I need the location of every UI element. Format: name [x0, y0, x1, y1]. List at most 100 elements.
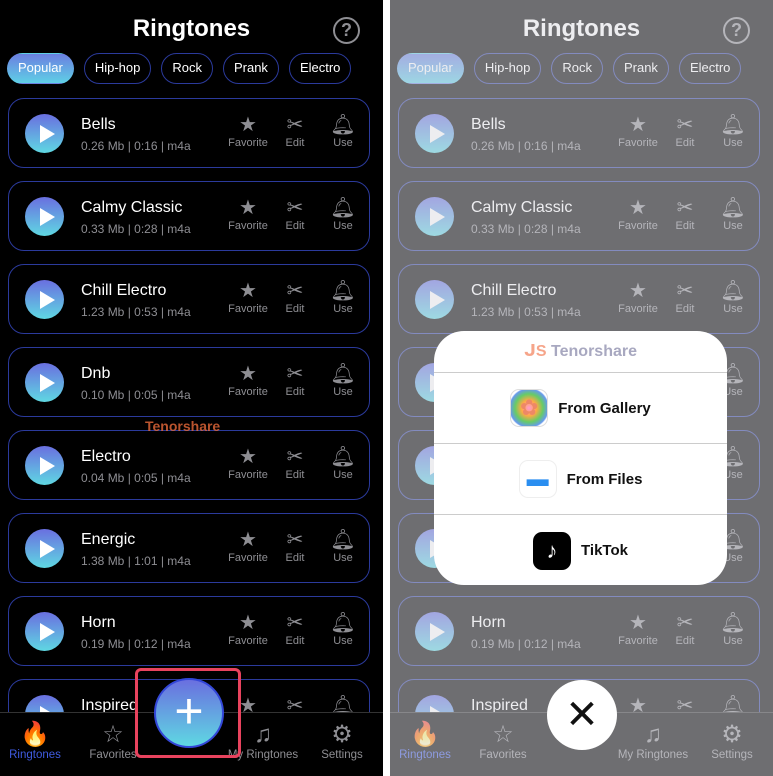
use-button[interactable]: 🔔︎Use — [318, 281, 368, 315]
ringtone-row[interactable]: Electro0.04 Mb | 0:05 | m4a★Favorite✂Edi… — [8, 430, 370, 500]
bell-icon: 🔔︎ — [330, 280, 356, 302]
ringtone-meta: 1.38 Mb | 1:01 | m4a — [81, 554, 191, 568]
play-button[interactable] — [25, 363, 64, 402]
use-label: Use — [333, 137, 353, 149]
highlight-box — [135, 668, 241, 758]
logo-text: Tenorshare — [551, 343, 637, 360]
help-button[interactable]: ? — [333, 17, 360, 44]
favorite-button[interactable]: ★Favorite — [223, 198, 273, 232]
star-icon: ★ — [239, 446, 257, 468]
favorite-button[interactable]: ★Favorite — [223, 281, 273, 315]
option-label: From Gallery — [558, 399, 651, 417]
tab-label: Favorites — [89, 749, 137, 761]
add-source-menu: ᒍS Tenorshare ✿ From Gallery ▬ From Files ♪ Ti… — [434, 331, 727, 585]
tab-label: Settings — [321, 749, 363, 761]
edit-label: Edit — [285, 469, 305, 481]
category-chip[interactable]: Rock — [161, 53, 213, 84]
favorite-button[interactable]: ★Favorite — [223, 447, 273, 481]
tab-settings[interactable]: ⚙Settings — [302, 721, 382, 761]
use-label: Use — [333, 635, 353, 647]
ringtone-row[interactable]: Chill Electro 1.23 Mb | 0:53 | m4a ★Favori… — [8, 264, 370, 334]
ringtone-meta: 0.33 Mb | 0:28 | m4a — [81, 222, 191, 236]
edit-label: Edit — [285, 220, 305, 232]
edit-button[interactable]: ✂Edit — [270, 281, 320, 315]
ringtone-name: Dnb — [81, 365, 111, 382]
use-button[interactable]: 🔔︎Use — [318, 198, 368, 232]
play-button[interactable] — [25, 612, 64, 651]
tenorshare-logo: ᒍS Tenorshare — [434, 331, 727, 373]
menu-option-from-files[interactable]: ▬ From Files — [434, 444, 727, 515]
edit-button[interactable]: ✂Edit — [270, 530, 320, 564]
edit-button[interactable]: ✂Edit — [270, 364, 320, 398]
category-chip[interactable]: Popular — [7, 53, 74, 84]
bell-icon: 🔔︎ — [330, 114, 356, 136]
bell-icon: 🔔︎ — [330, 363, 356, 385]
scissors-icon: ✂ — [286, 280, 304, 302]
edit-label: Edit — [285, 386, 305, 398]
edit-button[interactable]: ✂Edit — [270, 613, 320, 647]
category-chip[interactable]: Hip-hop — [83, 53, 152, 84]
menu-option-from-gallery[interactable]: ✿ From Gallery — [434, 373, 727, 444]
play-button[interactable] — [25, 280, 64, 319]
edit-button[interactable]: ✂Edit — [270, 115, 320, 149]
ringtone-row[interactable]: Horn0.19 Mb | 0:12 | m4a★Favorite✂Edit🔔︎… — [8, 596, 370, 666]
use-button[interactable]: 🔔︎Use — [318, 613, 368, 647]
ringtone-row[interactable]: Calmy Classic 0.33 Mb | 0:28 | m4a ★Favori… — [8, 181, 370, 251]
ringtone-meta: 0.10 Mb | 0:05 | m4a — [81, 388, 191, 402]
edit-label: Edit — [285, 635, 305, 647]
use-button[interactable]: 🔔︎Use — [318, 447, 368, 481]
menu-option-tiktok[interactable]: ♪ TikTok — [434, 515, 727, 585]
bell-icon: 🔔︎ — [330, 529, 356, 551]
favorite-label: Favorite — [228, 469, 268, 481]
tab-ringtones[interactable]: 🔥Ringtones — [0, 721, 75, 761]
use-button[interactable]: 🔔︎Use — [318, 115, 368, 149]
use-label: Use — [333, 552, 353, 564]
ringtones-screen: Ringtones? Popular Hip-hop Rock Prank Electro… — [0, 0, 383, 776]
folder-icon: ▬ — [518, 460, 557, 498]
category-chip[interactable]: Electro — [288, 53, 352, 84]
option-label: From Files — [566, 470, 643, 488]
flame-icon: 🔥 — [20, 721, 50, 748]
bell-icon: 🔔︎ — [330, 612, 356, 634]
category-chip[interactable]: Prank — [222, 53, 279, 84]
play-button[interactable] — [25, 197, 64, 236]
favorite-button[interactable]: ★Favorite — [223, 530, 273, 564]
ringtone-row[interactable]: Energic 1.38 Mb | 1:01 | m4a ★Favorite✂Edi… — [8, 513, 370, 583]
star-icon: ★ — [239, 280, 257, 302]
favorite-button[interactable]: ★Favorite — [223, 115, 273, 149]
ringtone-name: Chill Electro — [81, 282, 167, 299]
close-menu-button[interactable]: ✕ — [547, 680, 617, 750]
favorite-button[interactable]: ★Favorite — [223, 613, 273, 647]
photos-icon: ✿ — [510, 389, 549, 427]
play-button[interactable] — [25, 114, 64, 153]
play-button[interactable] — [25, 446, 64, 485]
edit-button[interactable]: ✂Edit — [270, 198, 320, 232]
ringtone-meta: 0.19 Mb | 0:12 | m4a — [81, 637, 191, 651]
logo-mark-icon: ᒍS — [524, 343, 552, 360]
favorite-label: Favorite — [228, 635, 268, 647]
star-icon: ★ — [239, 363, 257, 385]
ringtone-name: Electro — [81, 448, 131, 465]
use-button[interactable]: 🔔︎Use — [318, 364, 368, 398]
star-icon: ★ — [239, 612, 257, 634]
favorite-label: Favorite — [228, 220, 268, 232]
scissors-icon: ✂ — [286, 446, 304, 468]
ringtone-name: Energic — [81, 531, 136, 548]
play-button[interactable] — [25, 529, 64, 568]
favorite-label: Favorite — [228, 386, 268, 398]
favorite-button[interactable]: ★Favorite — [223, 364, 273, 398]
watermark-logo: Tenorshare — [145, 418, 221, 434]
edit-button[interactable]: ✂Edit — [270, 447, 320, 481]
use-button[interactable]: 🔔︎Use — [318, 530, 368, 564]
ringtone-meta: 0.26 Mb | 0:16 | m4a — [81, 139, 191, 153]
ringtone-row[interactable]: Dnb0.10 Mb | 0:05 | m4a★Favorite✂Edit🔔︎U… — [8, 347, 370, 417]
scissors-icon: ✂ — [286, 197, 304, 219]
edit-label: Edit — [285, 137, 305, 149]
favorite-label: Favorite — [228, 137, 268, 149]
ringtone-name: Horn — [81, 614, 116, 631]
use-label: Use — [333, 303, 353, 315]
ringtone-row[interactable]: Bells0.26 Mb | 0:16 | m4a★Favorite✂Edit🔔… — [8, 98, 370, 168]
use-label: Use — [333, 386, 353, 398]
ringtone-meta: 0.04 Mb | 0:05 | m4a — [81, 471, 191, 485]
page-title: Ringtones — [132, 15, 251, 42]
